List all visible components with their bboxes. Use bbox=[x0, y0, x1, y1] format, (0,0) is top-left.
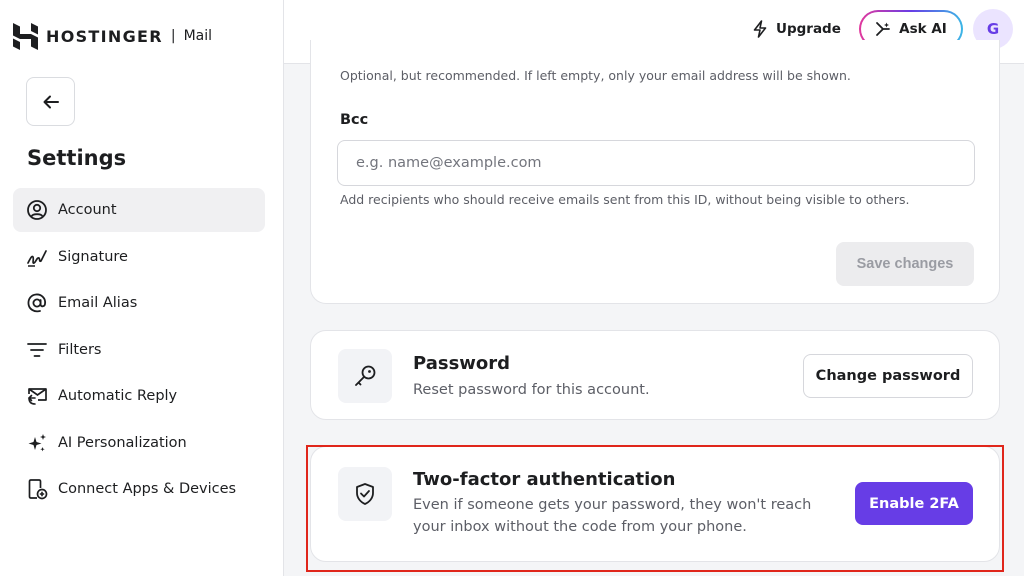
brand-logo[interactable]: HOSTINGER | Mail bbox=[13, 22, 212, 50]
account-icon bbox=[26, 199, 48, 221]
settings-nav: Account Signature Email Alias Filters Au… bbox=[13, 188, 265, 514]
email-settings-card: Optional, but recommended. If left empty… bbox=[310, 40, 1000, 304]
shield-check-icon bbox=[356, 483, 374, 505]
brand-separator: | bbox=[170, 28, 176, 44]
sidebar-item-connect-apps[interactable]: Connect Apps & Devices bbox=[13, 467, 265, 511]
two-factor-title: Two-factor authentication bbox=[413, 469, 676, 490]
ask-ai-label: Ask AI bbox=[899, 21, 947, 37]
password-title: Password bbox=[413, 353, 511, 374]
brand-name: HOSTINGER bbox=[46, 26, 163, 46]
sidebar-item-filters[interactable]: Filters bbox=[13, 328, 265, 372]
app-name: Mail bbox=[183, 28, 213, 44]
settings-title: Settings bbox=[27, 146, 127, 170]
save-changes-button[interactable]: Save changes bbox=[836, 242, 974, 286]
change-password-button[interactable]: Change password bbox=[803, 354, 973, 398]
shield-icon-box bbox=[338, 467, 392, 521]
auto-reply-icon bbox=[26, 385, 48, 407]
two-factor-card: Two-factor authentication Even if someon… bbox=[310, 446, 1000, 562]
sidebar-item-label: AI Personalization bbox=[58, 434, 187, 451]
back-button[interactable] bbox=[26, 77, 75, 126]
key-icon-box bbox=[338, 349, 392, 403]
sidebar-item-email-alias[interactable]: Email Alias bbox=[13, 281, 265, 325]
reply-to-hint: Optional, but recommended. If left empty… bbox=[340, 68, 851, 83]
key-icon bbox=[355, 365, 376, 386]
sidebar-item-signature[interactable]: Signature bbox=[13, 235, 265, 279]
filter-icon bbox=[26, 339, 48, 361]
lightning-icon bbox=[753, 20, 767, 38]
upgrade-label: Upgrade bbox=[776, 21, 841, 37]
bcc-label: Bcc bbox=[340, 112, 369, 128]
bcc-hint: Add recipients who should receive emails… bbox=[340, 192, 910, 207]
sparkle-icon bbox=[26, 432, 48, 454]
sidebar-item-automatic-reply[interactable]: Automatic Reply bbox=[13, 374, 265, 418]
sidebar-item-label: Signature bbox=[58, 248, 128, 265]
password-description: Reset password for this account. bbox=[413, 382, 650, 398]
sidebar-item-label: Automatic Reply bbox=[58, 388, 178, 404]
password-card: Password Reset password for this account… bbox=[310, 330, 1000, 420]
arrow-left-icon bbox=[43, 95, 59, 108]
sidebar-item-label: Email Alias bbox=[58, 295, 138, 311]
sidebar-item-label: Account bbox=[58, 202, 117, 218]
sidebar-item-label: Connect Apps & Devices bbox=[58, 481, 237, 497]
two-factor-description-line1: Even if someone gets your password, they… bbox=[413, 497, 812, 513]
bcc-input[interactable] bbox=[337, 140, 975, 186]
enable-2fa-button[interactable]: Enable 2FA bbox=[855, 482, 973, 525]
hostinger-logo-icon bbox=[13, 22, 38, 50]
sidebar-item-ai-personalization[interactable]: AI Personalization bbox=[13, 421, 265, 465]
sidebar-item-account[interactable]: Account bbox=[13, 188, 265, 232]
sidebar: HOSTINGER | Mail Settings Account Signat… bbox=[0, 0, 284, 576]
at-icon bbox=[26, 292, 48, 314]
upgrade-button[interactable]: Upgrade bbox=[752, 17, 841, 41]
ai-sparkle-icon bbox=[876, 22, 891, 36]
sidebar-item-label: Filters bbox=[58, 341, 102, 358]
two-factor-description-line2: your inbox without the code from your ph… bbox=[413, 519, 747, 535]
signature-icon bbox=[26, 246, 48, 268]
connect-device-icon bbox=[26, 478, 48, 500]
